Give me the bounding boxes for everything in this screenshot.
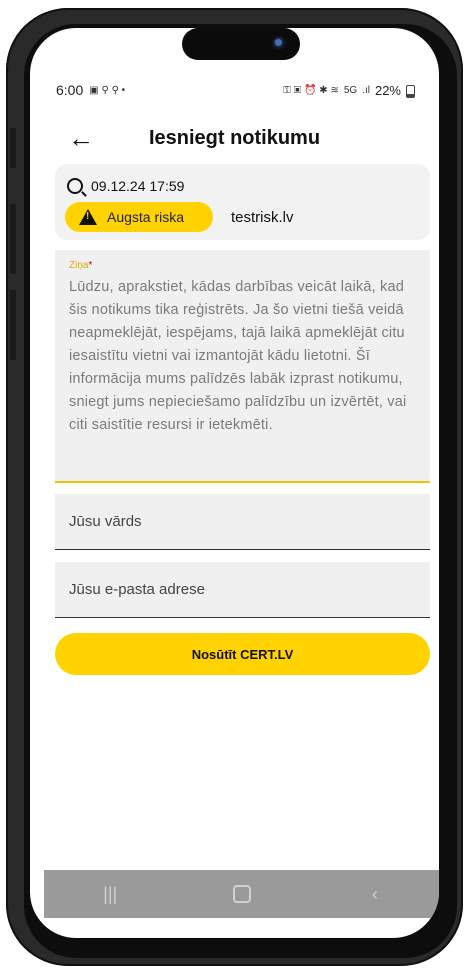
risk-label: Augsta riska: [107, 209, 185, 225]
camera-icon: [272, 36, 288, 52]
signal-icon: .ıl: [362, 84, 370, 96]
required-mark: *: [88, 260, 93, 271]
risk-badge: Augsta riska: [65, 202, 213, 232]
name-field-container: [55, 494, 430, 550]
incident-card: 09.12.24 17:59 Augsta riska testrisk.lv: [55, 164, 430, 240]
volume-up-button: [10, 204, 16, 274]
incident-domain: testrisk.lv: [231, 209, 294, 226]
mute-switch: [10, 128, 16, 168]
status-bar: 6:00 ▣ ⚲ ⚲ • ⚿ ▣ ⏰ ✱ ≋ 5G .ıl 22%: [56, 80, 415, 100]
recents-icon[interactable]: |||: [80, 870, 140, 918]
message-label: Ziņa*: [69, 260, 93, 271]
system-icons: ⚿ ▣ ⏰ ✱ ≋: [283, 84, 339, 96]
search-icon: [67, 178, 83, 194]
battery-icon: [406, 84, 415, 98]
message-textarea[interactable]: Ziņa* Lūdzu, aprakstiet, kādas darbības …: [55, 250, 430, 483]
email-field-container: [55, 562, 430, 618]
submit-button[interactable]: Nosūtīt CERT.LV: [55, 633, 430, 675]
home-icon: [233, 885, 252, 903]
message-placeholder: Lūdzu, aprakstiet, kādas darbības veicāt…: [69, 279, 407, 433]
page-title: Iesniegt notikumu: [148, 127, 321, 149]
incident-datetime: 09.12.24 17:59: [91, 178, 185, 194]
dynamic-island: [182, 28, 300, 60]
notification-icons: ▣ ⚲ ⚲ •: [89, 84, 126, 96]
warning-icon: [79, 209, 97, 225]
battery-text: 22%: [374, 82, 401, 98]
name-input[interactable]: [55, 494, 430, 549]
network-label: 5G: [343, 84, 358, 96]
status-time: 6:00: [56, 82, 84, 98]
email-input[interactable]: [55, 562, 430, 617]
volume-down-button: [10, 290, 16, 360]
system-nav-bar: ||| ‹: [44, 870, 439, 918]
app-bar: ← Iesniegt notikumu: [30, 120, 439, 156]
home-button[interactable]: [212, 870, 272, 918]
chevron-left-icon[interactable]: ‹: [345, 870, 405, 918]
screen: 6:00 ▣ ⚲ ⚲ • ⚿ ▣ ⏰ ✱ ≋ 5G .ıl 22% ← Iesn…: [30, 28, 439, 938]
